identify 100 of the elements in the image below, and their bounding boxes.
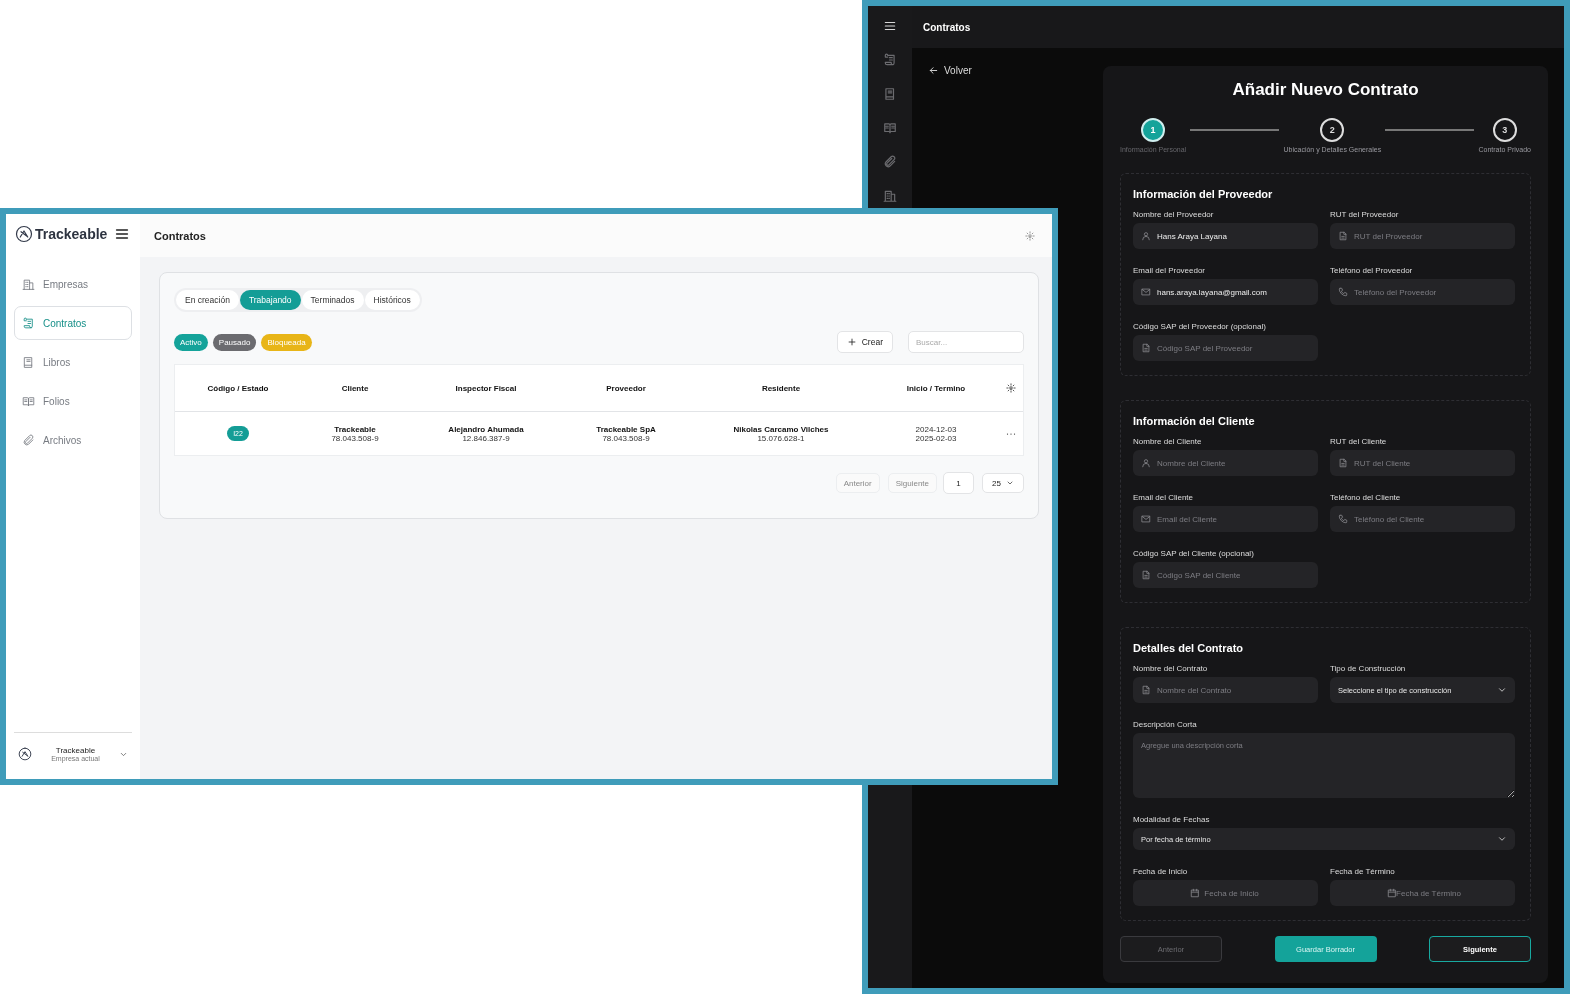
building-icon <box>22 277 35 291</box>
field-label: Fecha de Inicio <box>1133 867 1189 877</box>
table-cell: 12.846.387-9 <box>462 433 510 443</box>
table-cell: Trackeable <box>334 424 376 434</box>
table-cell: 2025-02-03 <box>915 433 957 443</box>
input-field[interactable]: hans.araya.layana@gmail.com <box>1133 279 1318 305</box>
input-field[interactable]: Email del Cliente <box>1133 506 1318 532</box>
field-label: Email del Proveedor <box>1133 266 1207 276</box>
input-field[interactable]: Teléfono del Proveedor <box>1330 279 1515 305</box>
arrow-left-icon <box>928 65 939 76</box>
envelope-icon <box>1141 287 1151 297</box>
book-icon <box>22 355 35 369</box>
column-header: Residente <box>761 383 801 393</box>
table-cell: Trackeable SpA <box>596 424 656 434</box>
sidebar-item[interactable]: Archivos <box>14 423 132 457</box>
create-button[interactable]: Crear <box>836 331 893 353</box>
sidebar-item[interactable]: Folios <box>14 384 132 418</box>
field-label: RUT del Proveedor <box>1330 210 1400 220</box>
settings-icon[interactable] <box>1006 383 1016 393</box>
input-field[interactable]: Nombre del Cliente <box>1133 450 1318 476</box>
field-label: Código SAP del Cliente (opcional) <box>1133 549 1255 559</box>
table-cell: 78.043.508-9 <box>331 433 379 443</box>
field-label: Fecha de Término <box>1330 867 1396 877</box>
status-filter[interactable]: Pausado <box>212 333 257 351</box>
plus-icon <box>846 337 857 347</box>
paperclip-icon[interactable] <box>883 155 897 169</box>
document-icon <box>1338 231 1348 241</box>
menu-icon[interactable] <box>114 226 131 242</box>
column-header: Código / Estado <box>207 383 269 393</box>
step-number: 2 <box>1320 118 1345 142</box>
column-header: Cliente <box>341 383 369 393</box>
brand-name: Trackeable <box>35 226 108 242</box>
table-cell: 78.043.508-9 <box>602 433 650 443</box>
tab[interactable]: Terminados <box>301 290 364 310</box>
field-label: Nombre del Proveedor <box>1133 210 1215 220</box>
table-cell: 2024-12-03 <box>915 424 957 434</box>
tab[interactable]: Históricos <box>364 290 420 310</box>
tab[interactable]: Trabajando <box>239 290 301 310</box>
section-title: Información del Cliente <box>1133 415 1256 427</box>
column-header: Inicio / Termino <box>906 383 966 393</box>
input-field[interactable]: RUT del Cliente <box>1330 450 1515 476</box>
input-field[interactable]: Teléfono del Cliente <box>1330 506 1515 532</box>
field-label: RUT del Cliente <box>1330 437 1388 447</box>
input-field[interactable]: Código SAP del Cliente <box>1133 562 1318 588</box>
field-label: Teléfono del Cliente <box>1330 493 1402 503</box>
field-label: Descripción Corta <box>1133 720 1198 730</box>
date-field[interactable]: Fecha de Inicio <box>1133 880 1318 906</box>
menu-icon[interactable] <box>883 19 897 33</box>
input-field[interactable]: RUT del Proveedor <box>1330 223 1515 249</box>
table-cell: Nikolas Carcamo Vilches <box>733 424 829 434</box>
page-title: Contratos <box>154 229 206 242</box>
page-size-dropdown[interactable]: 25 <box>982 473 1024 493</box>
previous-button[interactable]: Anterior <box>835 473 880 493</box>
open-book-icon <box>22 394 35 408</box>
input-field[interactable]: Código SAP del Proveedor <box>1133 335 1318 361</box>
phone-icon <box>1338 287 1348 297</box>
table-cell: Alejandro Ahumada <box>448 424 524 434</box>
company-name: Trackeable <box>55 746 96 755</box>
field-label: Modalidad de Fechas <box>1133 815 1211 825</box>
tab[interactable]: En creación <box>176 290 239 310</box>
document-icon <box>1141 343 1151 353</box>
form-title: Añadir Nuevo Contrato <box>1231 80 1420 100</box>
back-link[interactable]: Volver <box>928 65 972 76</box>
logo-icon <box>15 225 33 243</box>
field-label: Nombre del Cliente <box>1133 437 1203 447</box>
date-field[interactable]: Fecha de Término <box>1330 880 1515 906</box>
book-icon[interactable] <box>883 87 897 101</box>
field-label: Email del Cliente <box>1133 493 1195 503</box>
building-icon[interactable] <box>883 189 897 203</box>
page-number[interactable]: 1 <box>943 472 974 494</box>
calendar-icon <box>1189 888 1200 898</box>
scroll-icon[interactable] <box>883 53 897 67</box>
sidebar-item[interactable]: Empresas <box>14 267 132 301</box>
document-icon <box>1338 458 1348 468</box>
input-field[interactable]: Nombre del Contrato <box>1133 677 1318 703</box>
column-header: Inspector Fiscal <box>455 383 517 393</box>
field-label: Tipo de Construcción <box>1330 664 1407 674</box>
sidebar-item[interactable]: Libros <box>14 345 132 379</box>
field-label: Código SAP del Proveedor (opcional) <box>1133 322 1267 332</box>
logo-icon <box>18 747 32 761</box>
table-cell: 15.076.628-1 <box>757 433 805 443</box>
scroll-icon <box>22 316 35 330</box>
step-number: 1 <box>1141 118 1166 142</box>
paperclip-icon <box>22 433 35 447</box>
search-field[interactable]: Buscar... <box>908 331 1024 353</box>
document-icon <box>1141 685 1151 695</box>
input-field[interactable]: Hans Araya Layana <box>1133 223 1318 249</box>
status-filter[interactable]: Activo <box>174 333 208 351</box>
chevron-down-icon <box>1005 479 1014 487</box>
open-book-icon[interactable] <box>883 121 897 135</box>
person-icon <box>1141 231 1151 241</box>
next-button[interactable]: Siguiente <box>887 473 937 493</box>
step-number: 3 <box>1492 118 1517 142</box>
calendar-icon <box>1386 888 1397 898</box>
sidebar-item[interactable]: Contratos <box>14 306 132 340</box>
envelope-icon <box>1141 514 1151 524</box>
field-label: Nombre del Contrato <box>1133 664 1209 674</box>
field-label: Teléfono del Proveedor <box>1330 266 1414 276</box>
person-icon <box>1141 458 1151 468</box>
column-header: Proveedor <box>606 383 646 393</box>
